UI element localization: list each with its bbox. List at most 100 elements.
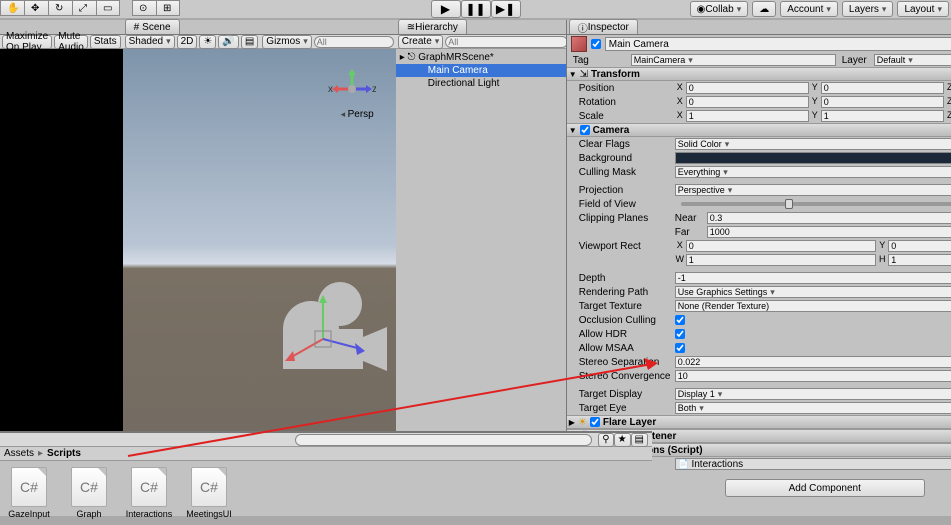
breadcrumb-scripts[interactable]: Scripts [47, 448, 81, 459]
svg-text:x: x [328, 84, 333, 95]
far-label: Far [675, 227, 703, 238]
culling-label: Culling Mask [571, 167, 671, 178]
csharp-icon: C# [71, 467, 107, 507]
msaa-checkbox[interactable] [675, 343, 685, 353]
fold-flare[interactable]: ▶ [569, 418, 575, 427]
projection-label: Projection [571, 185, 671, 196]
layer-dropdown[interactable]: Default [874, 54, 951, 66]
background-label: Background [571, 153, 671, 164]
asset-meetingsui[interactable]: C#MeetingsUI [188, 467, 230, 519]
asset-interactions[interactable]: C#Interactions [128, 467, 170, 519]
active-checkbox[interactable] [591, 39, 601, 49]
stereo-conv-field[interactable] [675, 370, 951, 382]
lighting-toggle[interactable]: ☀ [199, 35, 216, 49]
selected-camera-gizmo[interactable] [243, 249, 423, 399]
breadcrumb-assets[interactable]: Assets [4, 448, 34, 459]
inspector-tab[interactable]: ⓘ Inspector [569, 19, 638, 34]
rect-tool[interactable]: ▭ [96, 0, 120, 16]
target-disp-dropdown[interactable]: Display 1 [675, 388, 951, 400]
tag-dropdown[interactable]: MainCamera [631, 54, 836, 66]
scale-y[interactable] [821, 110, 944, 122]
stats-button[interactable]: Stats [90, 35, 121, 49]
gameobject-name-field[interactable] [605, 37, 951, 51]
hierarchy-search[interactable] [445, 36, 568, 48]
layers-dropdown[interactable]: Layers [842, 1, 894, 17]
gameobject-icon[interactable] [571, 36, 587, 52]
far-field[interactable] [707, 226, 951, 238]
vp-w[interactable] [686, 254, 877, 266]
scale-x[interactable] [686, 110, 809, 122]
rotation-label: Rotation [571, 97, 671, 108]
pause-button[interactable]: ❚❚ [461, 0, 491, 18]
target-tex-field[interactable]: None (Render Texture) [675, 300, 951, 312]
flare-enabled[interactable] [590, 417, 600, 427]
scene-tab[interactable]: #Scene [125, 19, 180, 34]
target-disp-label: Target Display [571, 389, 671, 400]
account-dropdown[interactable]: Account [780, 1, 838, 17]
step-button[interactable]: ▶❚ [491, 0, 521, 18]
move-tool[interactable]: ✥ [24, 0, 48, 16]
gizmos-dropdown[interactable]: Gizmos [262, 35, 311, 49]
asset-graph[interactable]: C#Graph [68, 467, 110, 519]
filter-icon[interactable]: ⚲ [598, 433, 613, 447]
layout-dropdown[interactable]: Layout [897, 1, 949, 17]
background-color[interactable] [675, 152, 951, 164]
maximize-on-play[interactable]: Maximize On Play [2, 35, 52, 49]
fx-toggle[interactable]: ▤ [241, 35, 258, 49]
clear-flags-dropdown[interactable]: Solid Color [675, 138, 951, 150]
clear-flags-label: Clear Flags [571, 139, 671, 150]
project-assets[interactable]: C#GazeInput C#Graph C#Interactions C#Mee… [0, 461, 652, 525]
vp-h[interactable] [888, 254, 951, 266]
pivot-toggle[interactable]: ⊙ [132, 0, 156, 16]
camera-enabled[interactable] [580, 125, 590, 135]
rotate-tool[interactable]: ↻ [48, 0, 72, 16]
target-eye-dropdown[interactable]: Both [675, 402, 951, 414]
scale-tool[interactable]: ⤢ [72, 0, 96, 16]
favorite-icon[interactable]: ★ [614, 433, 631, 447]
culling-dropdown[interactable]: Everything [675, 166, 951, 178]
space-toggle[interactable]: ⊞ [156, 0, 180, 16]
2d-toggle[interactable]: 2D [177, 35, 198, 49]
play-button[interactable]: ▶ [431, 0, 461, 18]
clipping-label: Clipping Planes [571, 213, 671, 224]
orientation-gizmo[interactable]: x z [328, 69, 376, 109]
pos-x[interactable] [686, 82, 809, 94]
hierarchy-scene[interactable]: ▸ ⎋ GraphMRScene* [396, 51, 566, 64]
pos-y[interactable] [821, 82, 944, 94]
shaded-dropdown[interactable]: Shaded [125, 35, 175, 49]
menu-icon[interactable]: ▤ [631, 433, 648, 447]
depth-field[interactable] [675, 272, 951, 284]
render-path-dropdown[interactable]: Use Graphics Settings [675, 286, 951, 298]
occlusion-checkbox[interactable] [675, 315, 685, 325]
vp-y[interactable] [888, 240, 951, 252]
account-label: Account [787, 4, 823, 15]
script-field[interactable]: 📄 Interactions [675, 458, 951, 470]
hierarchy-item-main-camera[interactable]: Main Camera [396, 64, 566, 77]
csharp-icon: C# [11, 467, 47, 507]
hdr-checkbox[interactable] [675, 329, 685, 339]
fold-transform[interactable]: ▼ [569, 70, 577, 79]
audio-toggle[interactable]: 🔊 [218, 35, 238, 49]
project-search[interactable] [295, 434, 592, 446]
near-field[interactable] [707, 212, 951, 224]
rot-y[interactable] [821, 96, 944, 108]
asset-gazeinput[interactable]: C#GazeInput [8, 467, 50, 519]
fold-camera[interactable]: ▼ [569, 126, 577, 135]
fov-slider[interactable] [681, 202, 951, 206]
target-eye-label: Target Eye [571, 403, 671, 414]
add-component-button[interactable]: Add Component [725, 479, 925, 497]
target-tex-label: Target Texture [571, 301, 671, 312]
projection-dropdown[interactable]: Perspective [675, 184, 951, 196]
create-dropdown[interactable]: Create [398, 35, 444, 49]
scene-search[interactable] [314, 36, 394, 48]
collab-label: Collab [705, 4, 733, 15]
hierarchy-tab[interactable]: ≊ Hierarchy [398, 19, 467, 34]
hand-tool[interactable]: ✋ [0, 0, 24, 16]
hierarchy-item-directional-light[interactable]: Directional Light [396, 77, 566, 90]
stereo-sep-field[interactable] [675, 356, 951, 368]
vp-x[interactable] [686, 240, 877, 252]
collab-dropdown[interactable]: ◉ Collab [690, 1, 749, 17]
rot-x[interactable] [686, 96, 809, 108]
cloud-button[interactable]: ☁ [752, 1, 776, 17]
mute-audio[interactable]: Mute Audio [54, 35, 88, 49]
